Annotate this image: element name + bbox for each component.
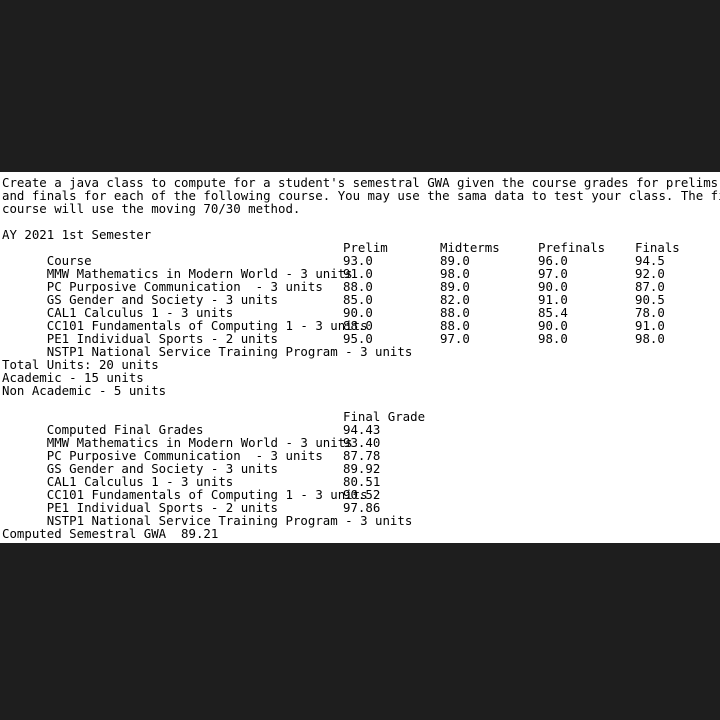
cell-midterms: 97.0: [440, 331, 470, 346]
cell-prefinals: 98.0: [538, 331, 568, 346]
course-name: NSTP1 National Service Training Program …: [46, 513, 413, 528]
course-name: NSTP1 National Service Training Program …: [46, 344, 413, 359]
prompt-paragraph: Create a java class to compute for a stu…: [0, 176, 720, 215]
non-academic-units: Non Academic - 5 units: [2, 383, 167, 398]
cell-finals: 98.0: [635, 331, 665, 346]
computed-semestral-gwa: Computed Semestral GWA 89.21: [2, 526, 219, 541]
document-panel: Create a java class to compute for a stu…: [0, 172, 720, 543]
cell-prelim: 95.0: [343, 331, 373, 346]
screen-root: Create a java class to compute for a stu…: [0, 0, 720, 720]
cell-final-grade: 97.86: [343, 500, 381, 515]
table-row: NSTP1 National Service Training Program …: [0, 500, 720, 527]
table-row: NSTP1 National Service Training Program …: [0, 331, 720, 358]
prompt-line-3: course will use the moving 70/30 method.: [2, 201, 301, 216]
units-summary: Total Units: 20 units Academic - 15 unit…: [0, 358, 720, 397]
